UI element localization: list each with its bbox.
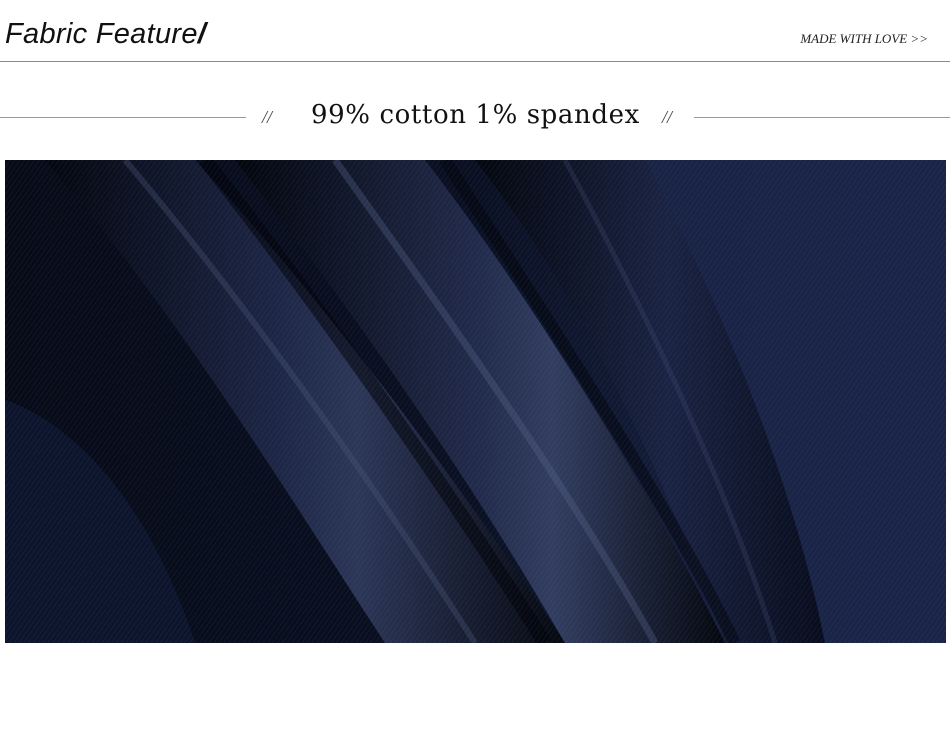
section-title: Fabric Feature/ <box>5 18 206 51</box>
page-header: Fabric Feature/ MADE WITH LOVE >> <box>0 0 950 62</box>
section-title-text: Fabric Feature <box>5 18 198 50</box>
left-slash-mark: // <box>262 107 273 127</box>
section-title-slash: / <box>197 18 207 50</box>
fabric-composition-text: 99% cotton 1% spandex <box>311 100 640 130</box>
fabric-composition-bar: // 99% cotton 1% spandex // <box>0 96 950 140</box>
left-divider-line <box>0 117 246 118</box>
denim-fabric-illustration <box>5 160 946 643</box>
denim-weave-texture <box>5 160 946 643</box>
right-divider-line <box>694 117 950 118</box>
denim-fabric-photo <box>5 160 946 643</box>
tagline: MADE WITH LOVE >> <box>800 31 928 46</box>
right-slash-mark: // <box>662 107 673 127</box>
header-divider <box>0 61 950 62</box>
